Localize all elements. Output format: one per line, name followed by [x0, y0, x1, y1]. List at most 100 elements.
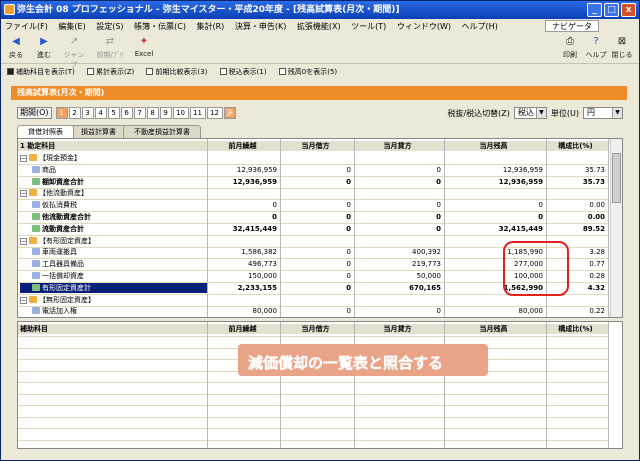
account-icon: [32, 272, 40, 279]
menu-file[interactable]: ファイル(F): [5, 22, 48, 31]
tax-select[interactable]: 税込 ▼: [513, 107, 547, 119]
period-month-5[interactable]: 5: [107, 107, 120, 119]
cell-value: 0: [346, 201, 351, 210]
period-closing[interactable]: 決: [223, 107, 236, 119]
period-month-4[interactable]: 4: [94, 107, 107, 119]
menu-aggregate[interactable]: 集計(R): [196, 22, 224, 31]
tab-balance-sheet[interactable]: 貸借対照表: [17, 125, 74, 138]
minimize-button[interactable]: _: [587, 3, 602, 17]
cell-value: 0.00: [589, 201, 605, 210]
table-row[interactable]: 商品 12,936,959 0 0 12,936,959 35.73: [18, 165, 608, 175]
cell-value: 2,233,155: [237, 283, 277, 292]
tax-unit-controls: 税抜/税込切替(Z) 税込 ▼ 単位(U) 円 ▼: [447, 107, 623, 119]
total-icon: [32, 283, 40, 291]
cell-value: 1,586,382: [241, 248, 277, 257]
col-balance[interactable]: 当月残高: [444, 141, 546, 151]
option-show-sub[interactable]: 補助科目を表示(T): [7, 68, 75, 76]
table-row[interactable]: 流動資産合計 32,415,449 0 0 32,415,449 89.52: [18, 224, 608, 234]
period-month-8[interactable]: 8: [146, 107, 159, 119]
cell-value: 0: [538, 201, 543, 210]
account-name: 車両運搬具: [42, 248, 77, 257]
period-month-6[interactable]: 6: [120, 107, 133, 119]
account-name: 一括償却資産: [42, 272, 84, 280]
col-account[interactable]: 1 勘定科目: [20, 141, 207, 151]
table-row[interactable]: 棚卸資産合計 12,936,959 0 0 12,936,959 35.73: [18, 177, 608, 187]
account-name: 商品: [42, 165, 56, 174]
table-row[interactable]: − 【他流動資産】: [18, 188, 608, 198]
collapse-icon[interactable]: −: [20, 296, 27, 304]
collapse-icon[interactable]: −: [20, 237, 27, 245]
collapse-icon[interactable]: −: [20, 190, 27, 198]
checkbox-icon[interactable]: [219, 68, 227, 75]
total-icon: [32, 224, 40, 232]
col-credit[interactable]: 当月貸方: [354, 141, 444, 151]
grid-header: 1 勘定科目 前月繰越 当月借方 当月貸方 当月残高 構成比(%): [18, 141, 608, 151]
checkbox-icon[interactable]: [146, 68, 154, 75]
title-bar[interactable]: 弥生会計 08 プロフェッショナル - 弥生マイスター・平成20年度 - [残高…: [1, 1, 639, 19]
col-sub-prev[interactable]: 前月繰越: [208, 324, 280, 334]
menu-settings[interactable]: 設定(S): [96, 22, 123, 31]
cell-value: 32,415,449: [498, 224, 543, 233]
col-sub-balance[interactable]: 当月残高: [444, 324, 546, 334]
help-button[interactable]: ? ヘルプ: [583, 36, 609, 60]
option-prior-compare[interactable]: 前期比較表示(3): [146, 68, 207, 76]
table-row[interactable]: 電話加入権 80,000 0 0 80,000 0.22: [18, 306, 608, 316]
excel-button[interactable]: ✦ Excel: [131, 36, 157, 58]
menu-closing[interactable]: 決算・申告(K): [235, 22, 287, 31]
prior-year-button[interactable]: ⇄ 前期/ﾌﾟﾘ: [93, 36, 127, 60]
section-header: 残高試算表(月次・期間): [11, 86, 627, 100]
maximize-button[interactable]: □: [604, 3, 619, 17]
tab-income-statement[interactable]: 損益計算書: [70, 125, 127, 138]
close-view-button[interactable]: ⊠ 閉じる: [609, 36, 635, 60]
menu-tools[interactable]: ツール(T): [351, 22, 386, 31]
period-month-3[interactable]: 3: [81, 107, 94, 119]
period-month-2[interactable]: 2: [68, 107, 81, 119]
period-month-7[interactable]: 7: [133, 107, 146, 119]
period-month-1[interactable]: 1: [55, 107, 68, 119]
col-ratio[interactable]: 構成比(%): [546, 141, 608, 151]
account-name: 流動資産合計: [42, 224, 84, 233]
back-button[interactable]: ◀ 戻る: [3, 36, 29, 60]
menu-edit[interactable]: 編集(E): [58, 22, 85, 31]
col-sub-account[interactable]: 補助科目: [20, 324, 207, 334]
checkbox-icon[interactable]: [86, 68, 94, 75]
collapse-icon[interactable]: −: [20, 155, 27, 162]
option-zero-balance[interactable]: 残高0を表示(5): [278, 68, 337, 76]
cell-value: 0: [346, 272, 351, 280]
col-debit[interactable]: 当月借方: [280, 141, 354, 151]
period-month-9[interactable]: 9: [159, 107, 172, 119]
table-row[interactable]: 仮払消費税 0 0 0 0 0.00: [18, 200, 608, 210]
period-label[interactable]: 期間(O): [17, 107, 52, 119]
forward-button[interactable]: ▶ 進む: [31, 36, 57, 60]
printer-icon: ⎙: [566, 36, 574, 47]
option-cumulative[interactable]: 累計表示(Z): [86, 68, 134, 76]
unit-select[interactable]: 円 ▼: [583, 107, 623, 119]
jump-icon: ↗: [69, 36, 79, 47]
checkbox-icon[interactable]: [278, 68, 286, 75]
table-row[interactable]: − 【無形固定資産】: [18, 295, 608, 305]
col-sub-ratio[interactable]: 構成比(%): [546, 324, 608, 334]
checkbox-icon[interactable]: [7, 68, 14, 75]
table-row[interactable]: 他流動資産合計 0 0 0 0 0.00: [18, 212, 608, 222]
navigator-button[interactable]: ナビゲータ: [545, 20, 599, 32]
tab-real-estate[interactable]: 不動産損益計算書: [123, 125, 201, 138]
col-prev[interactable]: 前月繰越: [208, 141, 280, 151]
close-button[interactable]: x: [621, 3, 636, 17]
col-sub-credit[interactable]: 当月貸方: [354, 324, 444, 334]
col-sub-debit[interactable]: 当月借方: [280, 324, 354, 334]
cell-value: 0: [346, 177, 351, 186]
period-month-12[interactable]: 12: [206, 107, 223, 119]
menu-help[interactable]: ヘルプ(H): [462, 22, 498, 31]
cell-value: 0: [436, 213, 441, 221]
menu-window[interactable]: ウィンドウ(W): [397, 22, 451, 31]
period-month-11[interactable]: 11: [189, 107, 206, 119]
cell-value: 0: [346, 224, 351, 233]
print-button[interactable]: ⎙ 印刷: [557, 36, 583, 60]
menu-ledger[interactable]: 帳簿・伝票(C): [134, 22, 186, 31]
menu-extension[interactable]: 拡張機能(X): [297, 22, 341, 31]
option-tax-included[interactable]: 税込表示(1): [219, 68, 267, 76]
scrollbar[interactable]: [610, 139, 622, 317]
cell-value: 670,165: [409, 283, 441, 292]
period-month-10[interactable]: 10: [172, 107, 189, 119]
table-row[interactable]: − 【現金預金】: [18, 153, 608, 163]
